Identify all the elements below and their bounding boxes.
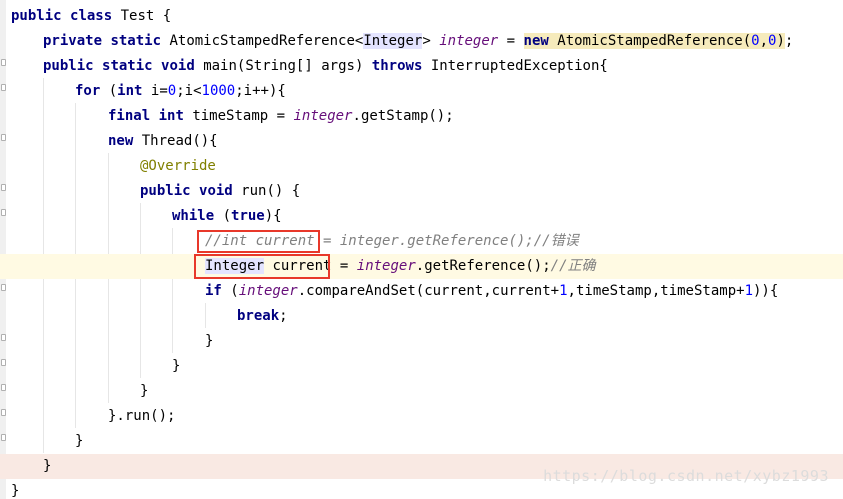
code-line-17[interactable]: }.run(); — [0, 404, 843, 429]
code-line-1[interactable]: public class Test { — [0, 4, 843, 29]
keyword: new — [523, 33, 549, 49]
variable-name: i — [184, 83, 194, 99]
annotation-box-correct — [194, 254, 330, 279]
code-line-15[interactable]: } — [0, 354, 843, 379]
keyword: public — [11, 8, 62, 24]
keyword: final — [108, 108, 151, 124]
variable-name: timeStamp — [660, 283, 737, 299]
variable-name: timeStamp — [192, 108, 269, 124]
code-line-11-current[interactable]: Integer current = integer.getReference()… — [0, 254, 843, 279]
keyword: int — [158, 108, 184, 124]
variable-name: current — [424, 283, 484, 299]
code-line-10[interactable]: //int current = integer.getReference();/… — [0, 229, 843, 254]
keyword: void — [161, 58, 195, 74]
type-name: AtomicStampedReference — [169, 33, 355, 49]
annotation-box-wrong — [197, 230, 320, 253]
code-line-9[interactable]: while (true){ — [0, 204, 843, 229]
variable-name: timeStamp — [575, 283, 652, 299]
code-line-3[interactable]: public static void main(String[] args) t… — [0, 54, 843, 79]
class-name: Test — [120, 8, 155, 24]
number-literal: 0 — [751, 33, 760, 49]
watermark: https://blog.csdn.net/xybz1993 — [543, 467, 829, 485]
variable-name: i — [150, 83, 160, 99]
code-line-12[interactable]: if (integer.compareAndSet(current,curren… — [0, 279, 843, 304]
number-literal: 0 — [167, 83, 177, 99]
code-editor[interactable]: public class Test { private static Atomi… — [0, 0, 843, 499]
code-line-5[interactable]: final int timeStamp = integer.getStamp()… — [0, 104, 843, 129]
method-name: run — [124, 408, 151, 424]
code-line-16[interactable]: } — [0, 379, 843, 404]
keyword: int — [117, 83, 143, 99]
new-expression-highlight: new AtomicStampedReference(0,0) — [523, 33, 785, 49]
type-name: AtomicStampedReference — [557, 33, 743, 49]
code-line-6[interactable]: new Thread(){ — [0, 129, 843, 154]
keyword: static — [102, 58, 153, 74]
keyword: private — [43, 33, 103, 49]
number-literal: 1 — [744, 283, 753, 299]
keyword: throws — [371, 58, 423, 74]
keyword: if — [205, 283, 222, 299]
method-name: getStamp — [360, 108, 429, 124]
number-literal: 0 — [768, 33, 777, 49]
variable-name: args — [321, 58, 355, 74]
field-name: integer — [356, 258, 416, 274]
keyword: static — [110, 33, 162, 49]
keyword: true — [231, 208, 265, 224]
type-name: Thread — [141, 133, 193, 149]
number-literal: 1000 — [201, 83, 236, 99]
comment: //正确 — [550, 258, 596, 274]
method-name: main — [203, 58, 237, 74]
code-line-7[interactable]: @Override — [0, 154, 843, 179]
keyword: break — [237, 308, 280, 324]
code-line-8[interactable]: public void run() { — [0, 179, 843, 204]
method-name: compareAndSet — [306, 283, 416, 299]
code-line-13[interactable]: break; — [0, 304, 843, 329]
keyword: new — [108, 133, 134, 149]
keyword: while — [172, 208, 215, 224]
method-name: run — [241, 183, 267, 199]
code-line-14[interactable]: } — [0, 329, 843, 354]
keyword: public — [43, 58, 94, 74]
keyword: public — [140, 183, 191, 199]
field-name: integer — [238, 283, 298, 299]
variable-name: i — [243, 83, 253, 99]
type-name: InterruptedException — [430, 58, 600, 74]
field-name: integer — [293, 108, 353, 124]
annotation: @Override — [140, 158, 216, 174]
comment: = integer.getReference();//错误 — [314, 233, 579, 249]
type-name: String — [245, 58, 296, 74]
type-name: Integer — [363, 33, 423, 49]
number-literal: 1 — [559, 283, 568, 299]
keyword: void — [199, 183, 233, 199]
field-name: integer — [439, 33, 499, 49]
keyword: class — [70, 8, 113, 24]
method-name: getReference — [424, 258, 526, 274]
code-line-4[interactable]: for (int i=0;i<1000;i++){ — [0, 79, 843, 104]
code-line-2[interactable]: private static AtomicStampedReference<In… — [0, 29, 843, 54]
code-line-18[interactable]: } — [0, 429, 843, 454]
variable-name: current — [491, 283, 551, 299]
keyword: for — [75, 83, 101, 99]
